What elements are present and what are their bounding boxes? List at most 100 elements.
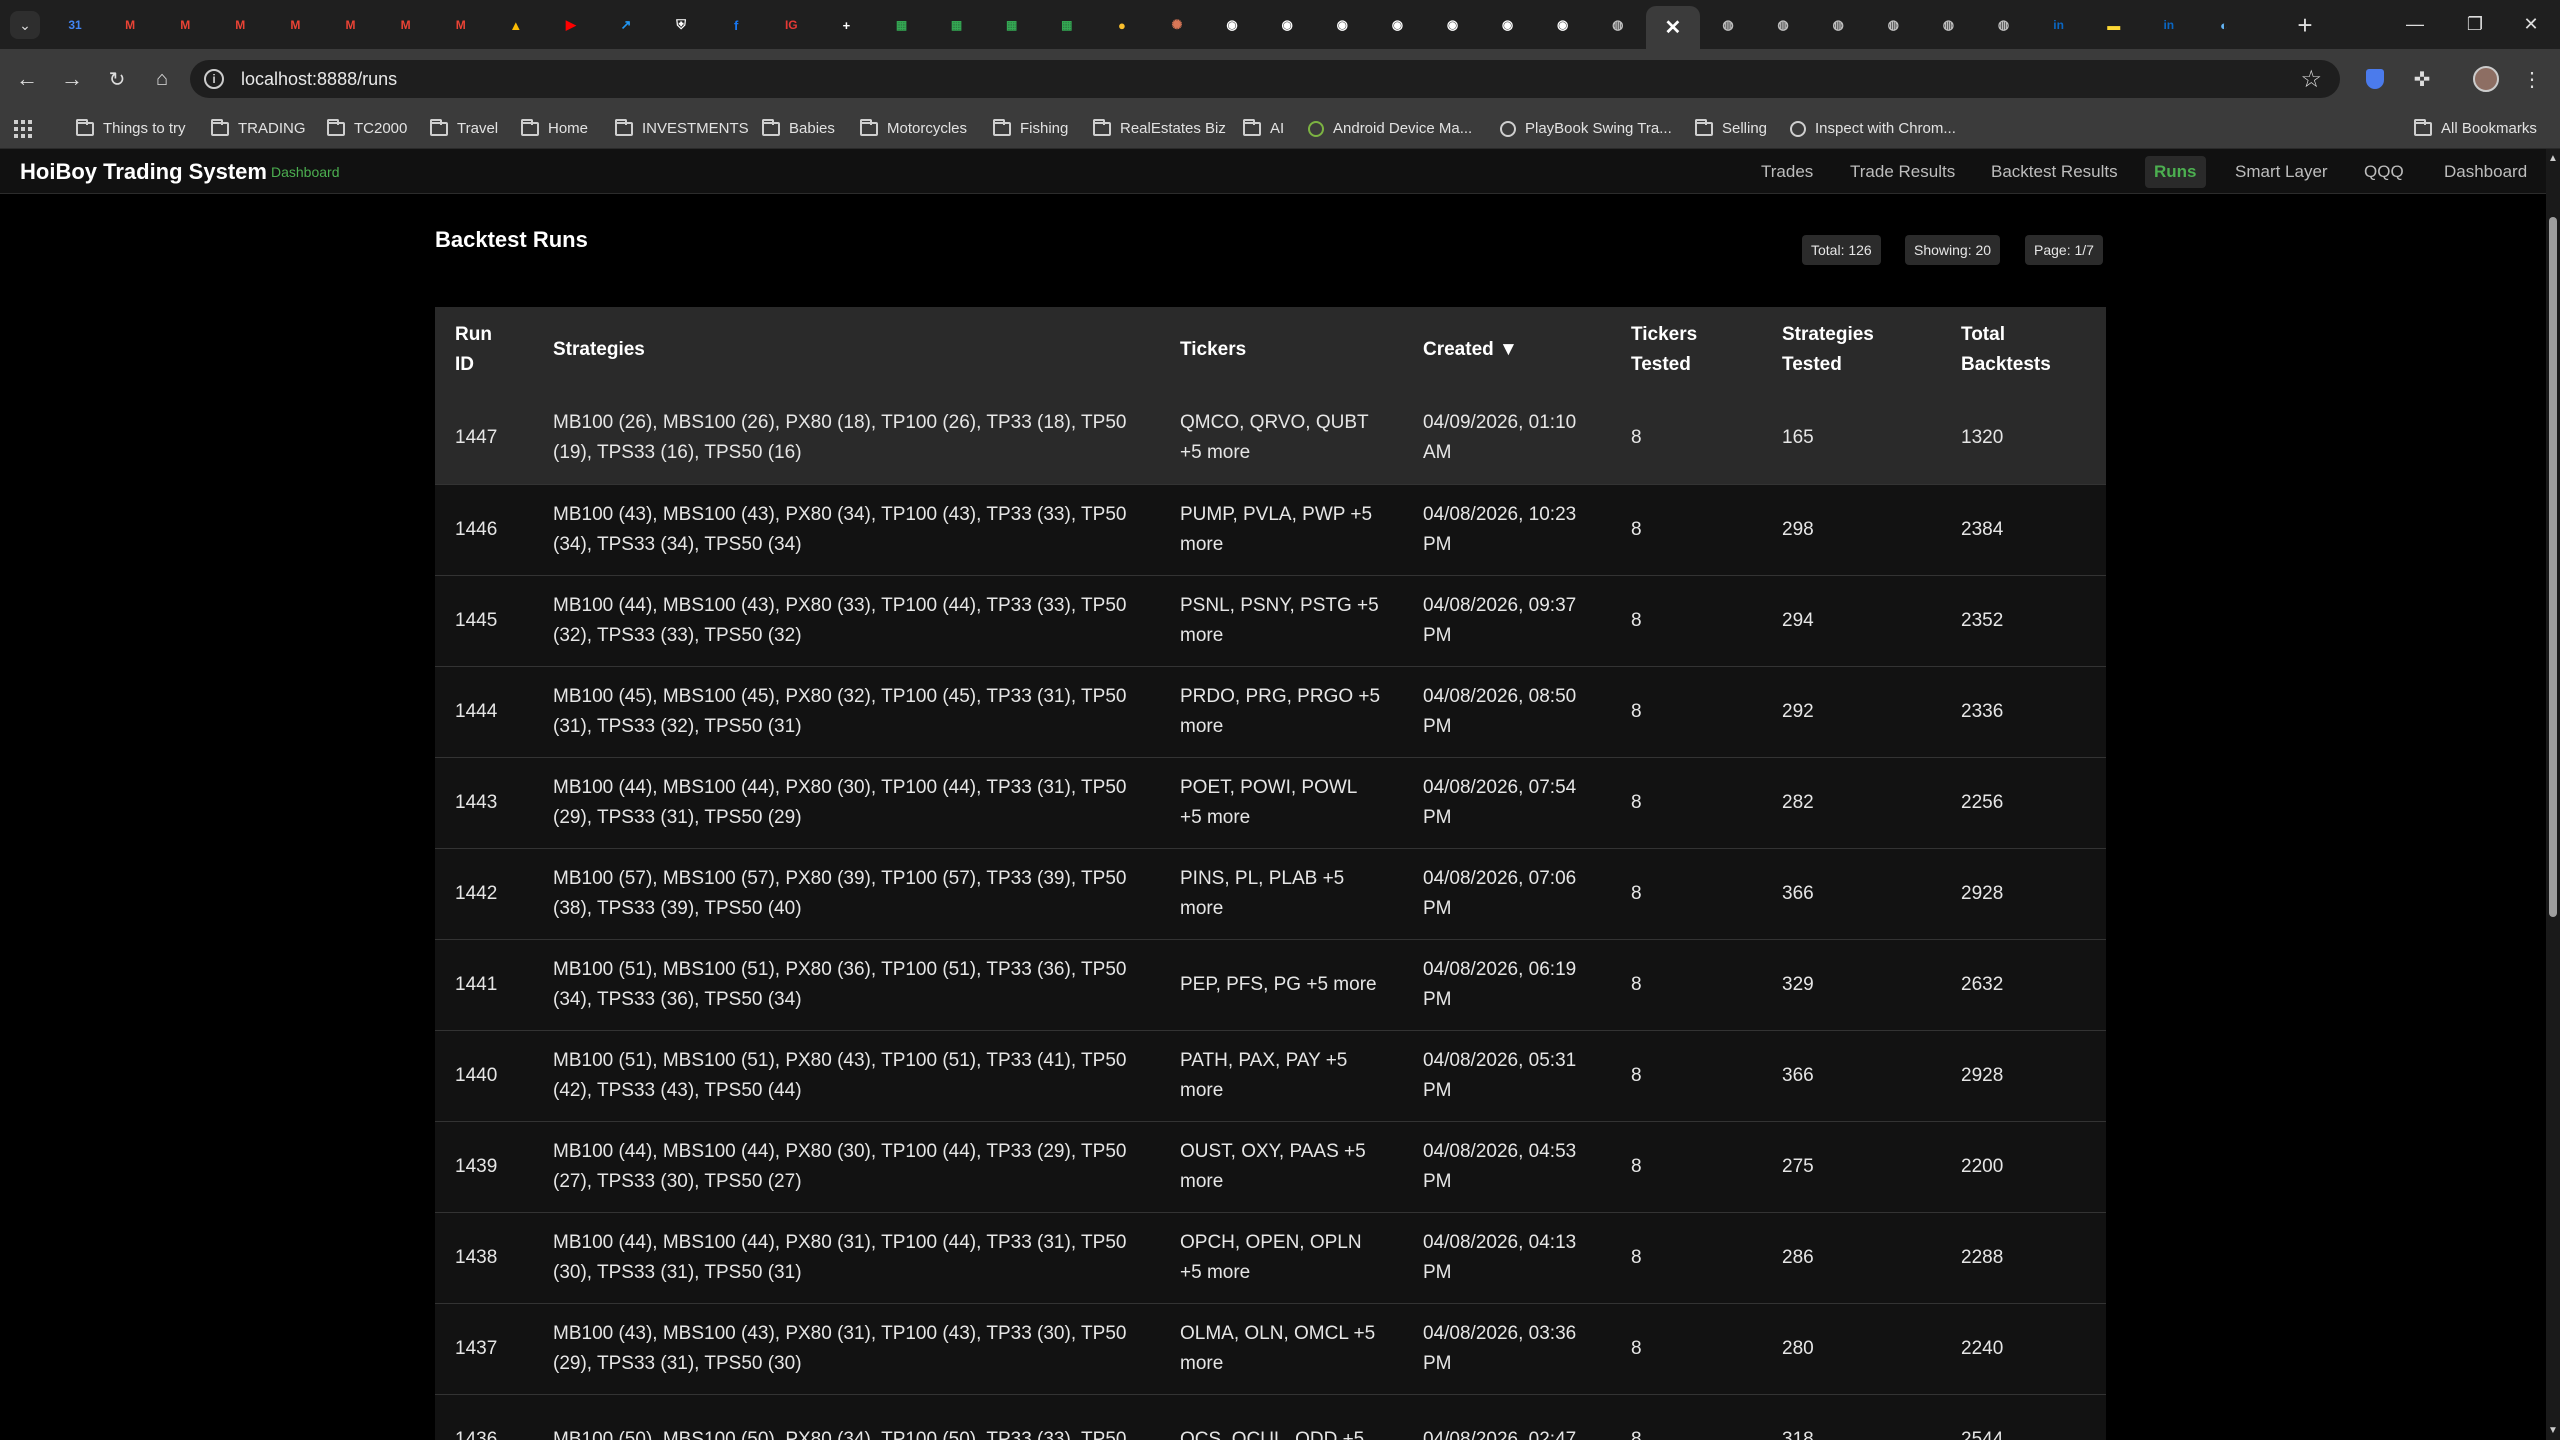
browser-tab[interactable]: ◉	[1260, 6, 1314, 44]
nav-link-dashboard[interactable]: Dashboard	[2435, 156, 2536, 188]
table-row[interactable]: 1438 MB100 (44), MBS100 (44), PX80 (31), …	[435, 1212, 2106, 1304]
browser-tab[interactable]: ◍	[1921, 6, 1975, 44]
browser-tab[interactable]: f	[709, 6, 763, 44]
browser-menu-icon[interactable]: ⋮	[2516, 63, 2548, 95]
browser-tab[interactable]: ◉	[1481, 6, 1535, 44]
browser-tab[interactable]: ◍	[1866, 6, 1920, 44]
browser-tab[interactable]: ◍	[1811, 6, 1865, 44]
browser-tab[interactable]: ▦	[930, 6, 984, 44]
column-header-created-sort[interactable]: Created ▼	[1403, 307, 1611, 393]
new-tab-plus-icon[interactable]: +	[2290, 10, 2320, 40]
bookmark-item[interactable]: Android Device Ma...	[1308, 108, 1472, 149]
browser-tab[interactable]: ▲	[489, 6, 543, 44]
bookmark-item[interactable]: RealEstates Biz	[1093, 108, 1226, 149]
bookmark-item[interactable]: Home	[521, 108, 588, 149]
table-row[interactable]: 1442 MB100 (57), MBS100 (57), PX80 (39), …	[435, 848, 2106, 940]
app-brand[interactable]: HoiBoy Trading System	[20, 159, 267, 185]
table-row[interactable]: 1446 MB100 (43), MBS100 (43), PX80 (34), …	[435, 484, 2106, 576]
nav-link-backtest-results[interactable]: Backtest Results	[1982, 156, 2127, 188]
scroll-thumb[interactable]	[2549, 217, 2557, 917]
all-bookmarks[interactable]: All Bookmarks	[2414, 108, 2537, 149]
bookmark-star-icon[interactable]: ☆	[2300, 65, 2322, 94]
home-icon[interactable]: ⌂	[144, 61, 180, 97]
scroll-up-arrow-icon[interactable]: ▲	[2548, 153, 2558, 164]
table-row[interactable]: 1444 MB100 (45), MBS100 (45), PX80 (32), …	[435, 666, 2106, 758]
back-arrow-icon[interactable]: ←	[9, 61, 45, 97]
table-row[interactable]: 1440 MB100 (51), MBS100 (51), PX80 (43), …	[435, 1030, 2106, 1122]
browser-tab[interactable]: ◍	[1977, 6, 2031, 44]
password-manager-icon[interactable]	[2359, 63, 2391, 95]
tab-search-chevron-icon[interactable]: ⌄	[10, 11, 40, 39]
browser-tab[interactable]: ✺	[1150, 6, 1204, 44]
browser-tab[interactable]: ↗	[599, 6, 653, 44]
browser-tab[interactable]: M	[268, 6, 322, 44]
bookmark-item[interactable]: INVESTMENTS	[615, 108, 749, 149]
address-url[interactable]: localhost:8888/runs	[241, 69, 397, 90]
browser-tab[interactable]: M	[213, 6, 267, 44]
nav-link-runs[interactable]: Runs	[2145, 156, 2206, 188]
bookmark-item[interactable]: Travel	[430, 108, 498, 149]
browser-tab[interactable]: 31	[48, 6, 102, 44]
nav-link-qqq[interactable]: QQQ	[2355, 156, 2413, 188]
browser-tab[interactable]: +	[819, 6, 873, 44]
table-row[interactable]: 1441 MB100 (51), MBS100 (51), PX80 (36), …	[435, 939, 2106, 1031]
browser-tab[interactable]: ◉	[1315, 6, 1369, 44]
browser-tab[interactable]: M	[103, 6, 157, 44]
tab-active[interactable]: ✕	[1645, 6, 1700, 49]
browser-tab[interactable]: in	[2142, 6, 2196, 44]
browser-tab[interactable]: in	[2032, 6, 2086, 44]
bookmark-item[interactable]: Selling	[1695, 108, 1767, 149]
browser-tab[interactable]: ◍	[1701, 6, 1755, 44]
browser-tab[interactable]: ◍	[1756, 6, 1810, 44]
browser-tab[interactable]: ◍	[1591, 6, 1645, 44]
browser-tab[interactable]: ◉	[1536, 6, 1590, 44]
close-icon[interactable]: ✕	[1663, 17, 1683, 39]
browser-tab[interactable]: ◉	[1426, 6, 1480, 44]
browser-tab[interactable]: ▶	[544, 6, 598, 44]
table-row[interactable]: 1445 MB100 (44), MBS100 (43), PX80 (33), …	[435, 575, 2106, 667]
scroll-down-arrow-icon[interactable]: ▼	[2548, 1425, 2558, 1436]
address-bar[interactable]: i localhost:8888/runs ☆	[190, 60, 2340, 98]
browser-tab[interactable]: ▬	[2087, 6, 2141, 44]
browser-tab[interactable]: M	[434, 6, 488, 44]
profile-avatar[interactable]	[2470, 63, 2502, 95]
bookmark-item[interactable]: Inspect with Chrom...	[1790, 108, 1956, 149]
bookmark-item[interactable]: Babies	[762, 108, 835, 149]
bookmark-item[interactable]: PlayBook Swing Tra...	[1500, 108, 1672, 149]
site-info-icon[interactable]: i	[204, 69, 224, 89]
browser-tab[interactable]: M	[158, 6, 212, 44]
table-row[interactable]: 1443 MB100 (44), MBS100 (44), PX80 (30), …	[435, 757, 2106, 849]
bookmark-item[interactable]: Fishing	[993, 108, 1068, 149]
nav-link-trade-results[interactable]: Trade Results	[1841, 156, 1964, 188]
browser-tab[interactable]: ◉	[1370, 6, 1424, 44]
browser-tab[interactable]: M	[324, 6, 378, 44]
table-row[interactable]: 1437 MB100 (43), MBS100 (43), PX80 (31), …	[435, 1303, 2106, 1395]
table-row[interactable]: 1447 MB100 (26), MBS100 (26), PX80 (18), …	[435, 393, 2106, 485]
bookmark-item[interactable]: TRADING	[211, 108, 306, 149]
bookmark-item[interactable]: TC2000	[327, 108, 407, 149]
browser-tab[interactable]: ▦	[875, 6, 929, 44]
apps-grid-icon[interactable]	[14, 120, 32, 138]
table-row[interactable]: 1439 MB100 (44), MBS100 (44), PX80 (30), …	[435, 1121, 2106, 1213]
table-row[interactable]: 1436 MB100 (50), MBS100 (50), PX80 (34), …	[435, 1394, 2106, 1440]
bookmark-item[interactable]: Things to try	[76, 108, 186, 149]
window-close-icon[interactable]: ✕	[2506, 8, 2556, 40]
browser-tab[interactable]: M	[379, 6, 433, 44]
reload-icon[interactable]: ↻	[99, 61, 135, 97]
extensions-puzzle-icon[interactable]: ✜	[2406, 63, 2438, 95]
minimize-icon[interactable]: —	[2390, 8, 2440, 40]
bookmark-item[interactable]: AI	[1243, 108, 1284, 149]
restore-icon[interactable]: ❐	[2450, 8, 2500, 40]
nav-link-trades[interactable]: Trades	[1752, 156, 1822, 188]
forward-arrow-icon[interactable]: →	[54, 61, 90, 97]
browser-tab[interactable]: ▦	[1040, 6, 1094, 44]
browser-tab[interactable]: ▦	[985, 6, 1039, 44]
page-scrollbar[interactable]: ▲ ▼	[2546, 149, 2560, 1440]
browser-tab[interactable]: IG	[764, 6, 818, 44]
bookmark-item[interactable]: Motorcycles	[860, 108, 967, 149]
browser-tab[interactable]: ◉	[1205, 6, 1259, 44]
browser-tab[interactable]: ⛨	[654, 6, 708, 44]
browser-tab[interactable]: ●	[1095, 6, 1149, 44]
browser-tab[interactable]: ◐	[2197, 6, 2251, 44]
nav-link-smart-layer[interactable]: Smart Layer	[2226, 156, 2337, 188]
